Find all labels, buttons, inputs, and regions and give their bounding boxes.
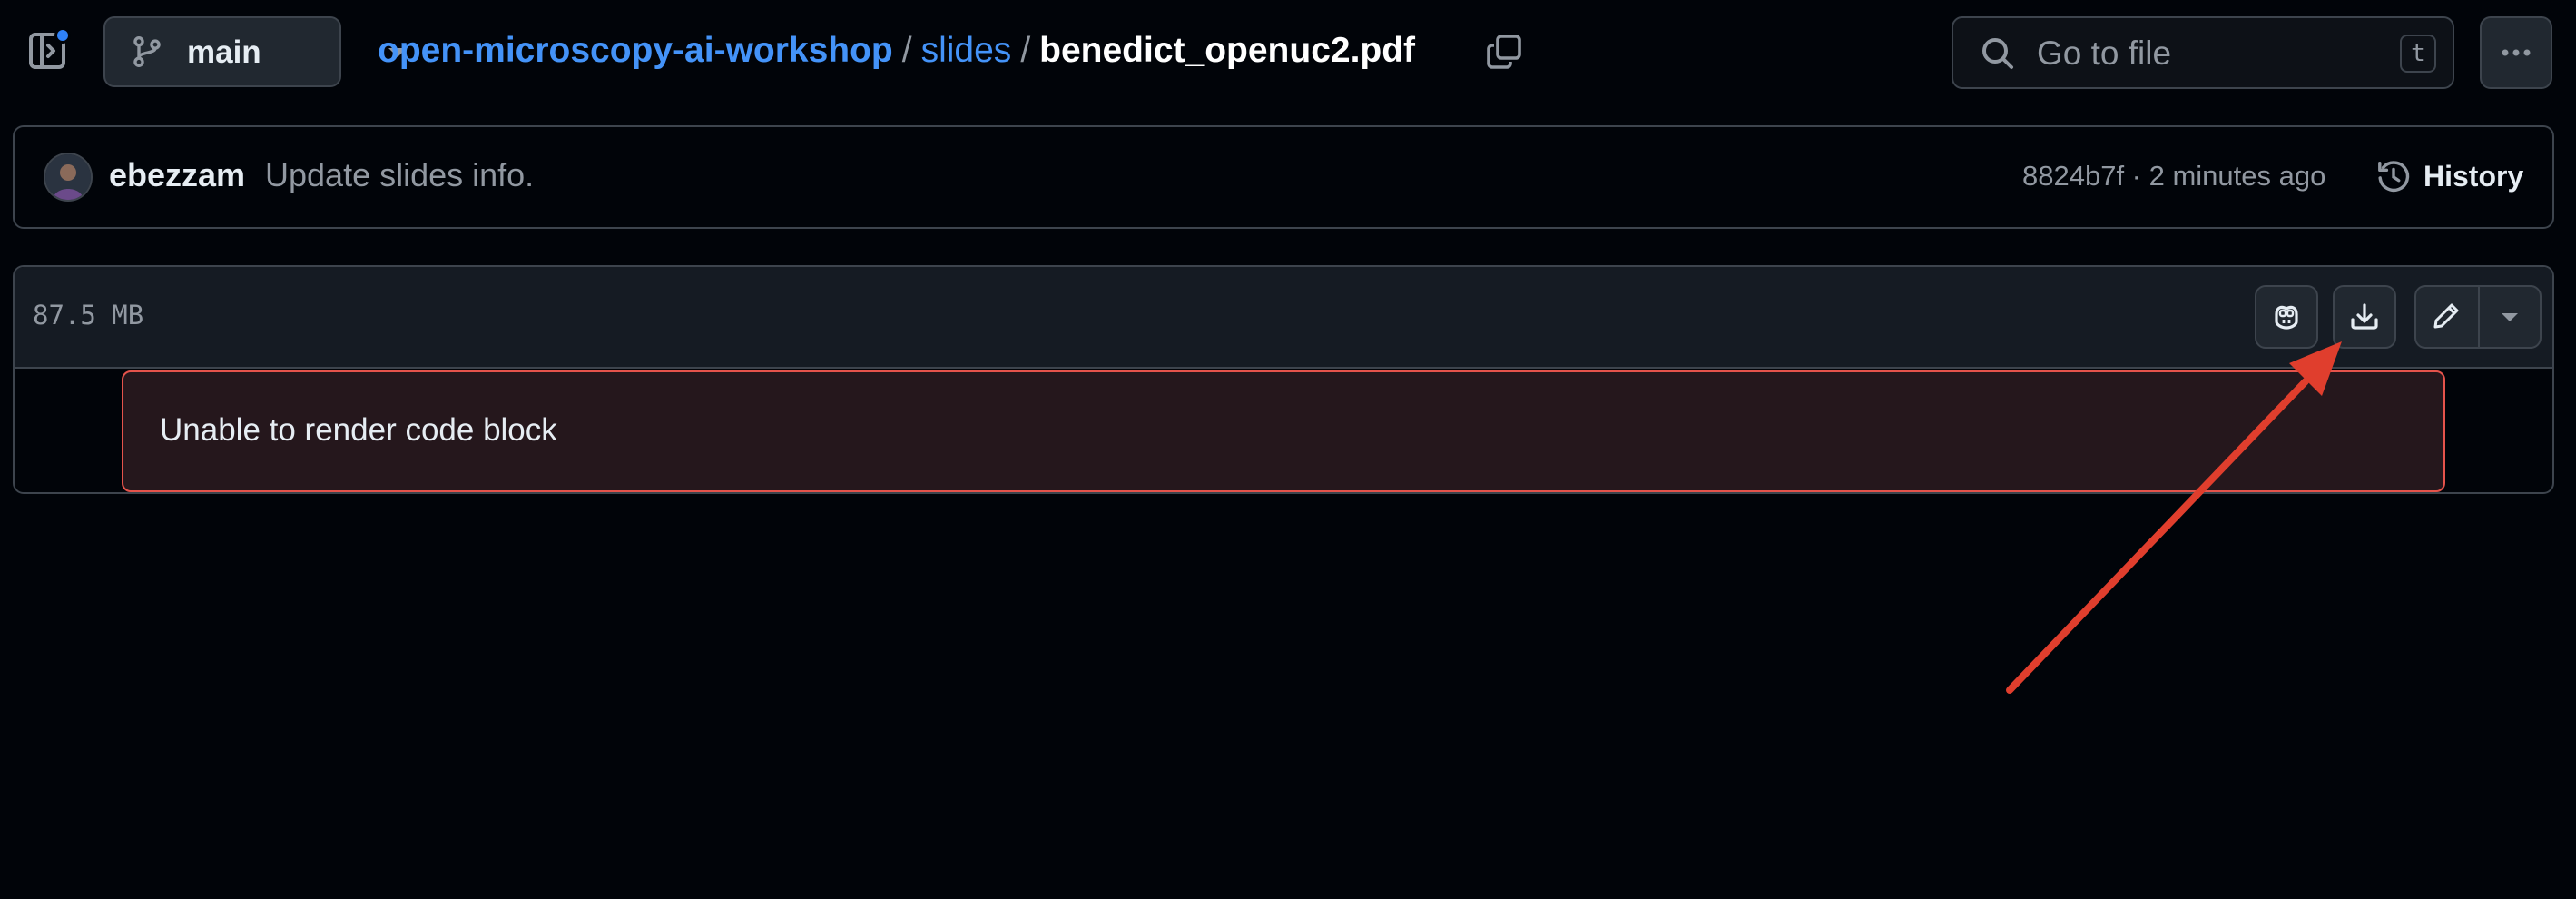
breadcrumb-separator: / <box>1020 31 1031 70</box>
history-icon <box>2378 161 2410 193</box>
copilot-icon <box>2275 305 2298 330</box>
go-to-file-input[interactable]: Go to file t <box>1952 16 2454 89</box>
copilot-button[interactable] <box>2255 285 2318 349</box>
breadcrumb: open-microscopy-ai-workshop / slides / bened… <box>378 27 1415 74</box>
more-edit-options-button[interactable] <box>2480 287 2540 347</box>
more-options-button[interactable] <box>2480 16 2552 89</box>
page: main open-microscopy-ai-workshop / slides /… <box>0 0 2576 899</box>
keyboard-shortcut-hint: t <box>2400 35 2436 73</box>
download-button[interactable] <box>2333 285 2396 349</box>
commit-author[interactable]: ebezzam <box>109 156 245 194</box>
triangle-down-icon <box>2502 313 2518 321</box>
kebab-horizontal-icon <box>2502 49 2531 56</box>
pencil-icon <box>2433 303 2459 329</box>
top-bar: main open-microscopy-ai-workshop / slides /… <box>0 0 2576 105</box>
search-icon <box>1982 38 2013 69</box>
render-error-message: Unable to render code block <box>160 412 557 448</box>
file-viewer: 87.5 MB Unable to render code block <box>13 265 2554 494</box>
breadcrumb-folder-link[interactable]: slides <box>921 31 1012 70</box>
history-label: History <box>2424 159 2524 193</box>
branch-selector-button[interactable]: main <box>103 16 407 87</box>
commit-meta[interactable]: 8824b7f · 2 minutes ago <box>2022 160 2325 193</box>
edit-file-button[interactable] <box>2416 287 2478 347</box>
commit-message[interactable]: Update slides info. <box>265 156 534 194</box>
render-error-banner: Unable to render code block <box>122 370 2445 492</box>
breadcrumb-repo-link[interactable]: open-microscopy-ai-workshop <box>378 31 893 70</box>
history-button[interactable]: History <box>2376 149 2523 203</box>
latest-commit-bar: ebezzam Update slides info. 8824b7f · 2 … <box>13 125 2554 229</box>
breadcrumb-file-name: benedict_openuc2.pdf <box>1039 31 1416 70</box>
edit-button-group <box>2414 285 2542 349</box>
branch-name: main <box>187 35 261 70</box>
avatar[interactable] <box>44 153 93 202</box>
go-to-file-placeholder: Go to file <box>2037 35 2172 72</box>
download-icon <box>2351 303 2378 330</box>
file-header: 87.5 MB <box>15 267 2552 369</box>
git-branch-icon <box>133 36 161 67</box>
notification-dot <box>54 27 71 44</box>
avatar-image <box>45 154 91 200</box>
sidebar-toggle-button[interactable] <box>25 27 73 74</box>
breadcrumb-separator: / <box>901 31 912 70</box>
copy-icon[interactable] <box>1485 33 1523 71</box>
file-size: 87.5 MB <box>33 300 144 331</box>
